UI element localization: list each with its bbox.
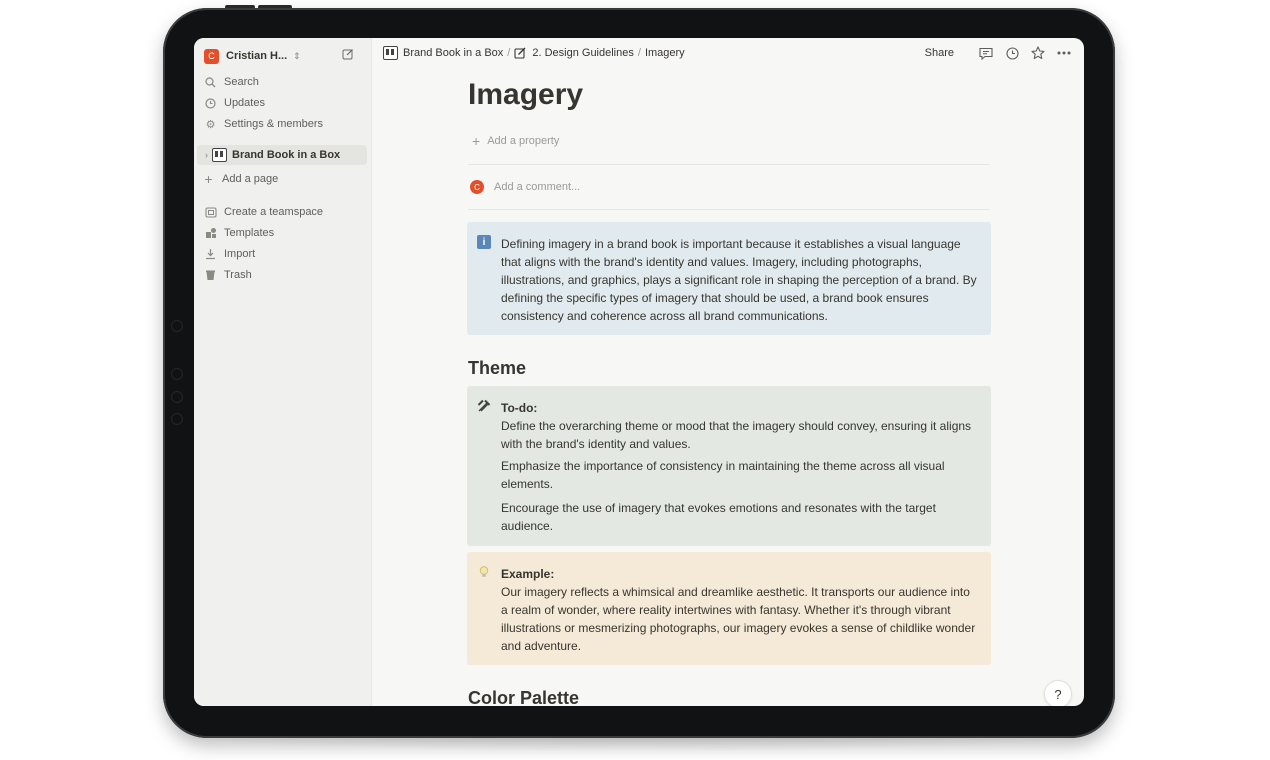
- breadcrumb-item-design-guidelines[interactable]: 2. Design Guidelines: [532, 47, 634, 59]
- top-actions: Share: [925, 45, 1072, 61]
- new-page-icon[interactable]: [342, 48, 354, 60]
- edit-icon: [514, 47, 526, 59]
- heading-color-palette[interactable]: Color Palette: [468, 688, 579, 706]
- more-icon[interactable]: [1056, 45, 1072, 61]
- sidebar-item-brand-book[interactable]: › Brand Book in a Box: [197, 145, 367, 165]
- callout-label: To-do:: [501, 401, 538, 415]
- sidebar-item-label: Brand Book in a Box: [232, 149, 341, 161]
- share-button[interactable]: Share: [925, 47, 954, 59]
- sidebar: C Cristian H... ⇕ Search Updates ⚙ Setti…: [194, 38, 372, 706]
- hammer-pick-icon[interactable]: [477, 399, 491, 413]
- search-icon: [204, 76, 217, 89]
- sidebar-item-create-teamspace[interactable]: Create a teamspace: [204, 203, 364, 221]
- comment-icon[interactable]: [978, 45, 994, 61]
- todo-line: Define the overarching theme or mood tha…: [501, 419, 972, 451]
- add-property-label: Add a property: [487, 135, 560, 147]
- divider: [468, 164, 990, 165]
- sidebar-item-label: Create a teamspace: [224, 206, 324, 218]
- camera-dot: [171, 413, 183, 425]
- clock-icon: [204, 97, 217, 110]
- sidebar-item-updates[interactable]: Updates: [204, 94, 364, 112]
- topbar: Brand Book in a Box / 2. Design Guidelin…: [371, 38, 1084, 68]
- camera-dot: [171, 391, 183, 403]
- sidebar-item-label: Import: [224, 248, 256, 260]
- divider: [468, 209, 990, 210]
- gear-icon: ⚙: [205, 118, 216, 131]
- page-title[interactable]: Imagery: [468, 77, 583, 113]
- trash-icon: [204, 269, 217, 282]
- workspace-avatar: C: [204, 48, 219, 64]
- add-page-button[interactable]: + Add a page: [202, 170, 362, 188]
- sidebar-item-import[interactable]: Import: [204, 245, 364, 263]
- comment-placeholder: Add a comment...: [494, 181, 581, 193]
- camera-dot: [171, 320, 183, 332]
- camera-dot: [171, 368, 183, 380]
- todo-callout[interactable]: To-do: Define the overarching theme or m…: [467, 386, 991, 546]
- todo-line: Emphasize the importance of consistency …: [501, 459, 945, 491]
- callout-label: Example:: [501, 567, 555, 581]
- sidebar-item-label: Templates: [224, 227, 275, 239]
- add-page-label: Add a page: [222, 173, 279, 185]
- workspace-switcher[interactable]: C Cristian H... ⇕: [204, 47, 364, 65]
- chevron-updown-icon: ⇕: [293, 50, 301, 61]
- chevron-right-icon[interactable]: ›: [205, 150, 208, 160]
- star-icon[interactable]: [1030, 45, 1046, 61]
- callout-text: Defining imagery in a brand book is impo…: [501, 237, 977, 323]
- help-button[interactable]: ?: [1044, 680, 1072, 706]
- breadcrumb-item-imagery[interactable]: Imagery: [645, 47, 685, 59]
- sidebar-item-label: Updates: [224, 97, 265, 109]
- plus-icon: +: [204, 171, 213, 187]
- add-property-button[interactable]: + Add a property: [472, 133, 559, 149]
- book-icon: [383, 46, 398, 60]
- example-callout[interactable]: Example: Our imagery reflects a whimsica…: [467, 552, 991, 665]
- heading-theme[interactable]: Theme: [468, 358, 526, 379]
- breadcrumb-item-brand-book[interactable]: Brand Book in a Box: [403, 47, 503, 59]
- sidebar-item-label: Settings & members: [224, 118, 324, 130]
- templates-icon: [204, 227, 217, 240]
- workspace-name: Cristian H...: [226, 50, 288, 62]
- info-icon[interactable]: i: [477, 235, 491, 249]
- sidebar-item-label: Search: [224, 76, 259, 88]
- sidebar-item-templates[interactable]: Templates: [204, 224, 364, 242]
- todo-line: Encourage the use of imagery that evokes…: [501, 501, 936, 533]
- callout-text: Our imagery reflects a whimsical and dre…: [501, 585, 976, 653]
- sidebar-item-label: Trash: [224, 269, 252, 281]
- breadcrumb-separator: /: [507, 47, 511, 59]
- sidebar-item-trash[interactable]: Trash: [204, 266, 364, 284]
- sidebar-item-search[interactable]: Search: [204, 73, 364, 91]
- sidebar-item-settings[interactable]: ⚙ Settings & members: [204, 115, 364, 133]
- history-icon[interactable]: [1004, 45, 1020, 61]
- avatar: C: [470, 180, 484, 194]
- app-screen: C Cristian H... ⇕ Search Updates ⚙ Setti…: [194, 38, 1084, 706]
- plus-icon: +: [472, 133, 481, 149]
- breadcrumb-separator: /: [637, 47, 641, 59]
- comment-input[interactable]: C Add a comment...: [470, 180, 580, 194]
- book-icon: [212, 148, 227, 162]
- import-icon: [204, 248, 217, 261]
- intro-callout[interactable]: i Defining imagery in a brand book is im…: [467, 222, 991, 335]
- breadcrumb: Brand Book in a Box / 2. Design Guidelin…: [383, 46, 685, 60]
- lightbulb-icon[interactable]: [477, 565, 491, 579]
- teamspace-icon: [204, 206, 217, 219]
